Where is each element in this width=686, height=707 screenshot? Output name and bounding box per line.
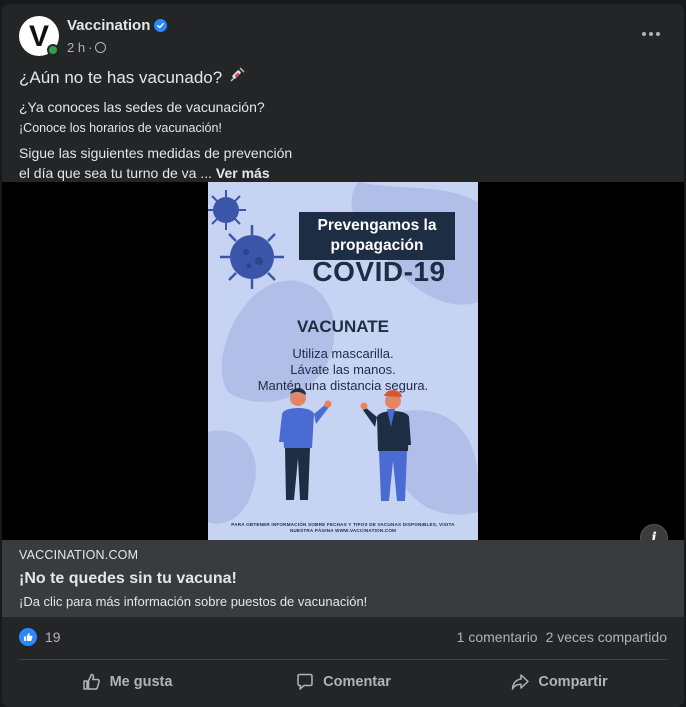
virus-icon [220, 225, 284, 289]
virus-icon [208, 190, 246, 230]
poster-blob [208, 430, 256, 524]
post-media[interactable]: Prevengamos la propagación COVID-19 VACU… [2, 182, 684, 552]
see-more-link[interactable]: Ver más [216, 165, 270, 181]
post-text-line: Sigue las siguientes medidas de prevenci… [19, 145, 293, 161]
poster-footer: PARA OBTENER INFORMACIÓN SOBRE FECHAS Y … [224, 522, 462, 534]
post-text-line: ¿Ya conoces las sedes de vacunación? [19, 99, 265, 115]
poster-footer-line: NUESTRA PÁGINA WWW.VACCINATION.COM [289, 528, 397, 533]
more-dot [649, 32, 653, 36]
post-actions: Me gusta Comentar Compartir [19, 664, 667, 700]
comment-button[interactable]: Comentar [235, 664, 451, 700]
page-logo: V [28, 20, 49, 53]
comment-icon [297, 673, 313, 690]
post-stats: 19 1 comentario 2 veces compartido [19, 626, 667, 648]
person-left-figure [279, 388, 332, 500]
online-status-dot [47, 44, 59, 56]
page-name-row: Vaccination [67, 17, 168, 34]
comment-count[interactable]: 1 comentario [457, 629, 538, 645]
poster-title: Prevengamos la propagación [299, 212, 455, 260]
post-time[interactable]: 2 h [67, 40, 85, 55]
poster-tips: Utiliza mascarilla. Lávate las manos. Ma… [228, 346, 458, 394]
person-right-figure [360, 390, 411, 501]
share-button[interactable]: Compartir [451, 664, 667, 700]
post-text-line: ¿Aún no te has vacunado? [19, 66, 669, 90]
covid-poster-image[interactable]: Prevengamos la propagación COVID-19 VACU… [208, 182, 478, 540]
share-count[interactable]: 2 veces compartido [546, 629, 667, 645]
like-button[interactable]: Me gusta [19, 664, 235, 700]
like-button-label: Me gusta [109, 674, 173, 690]
meta-separator: · [88, 40, 93, 55]
post-text-headline: ¿Aún no te has vacunado? [19, 68, 223, 87]
comment-button-label: Comentar [323, 674, 391, 690]
more-dot [656, 32, 660, 36]
like-reaction-icon [19, 628, 37, 646]
poster-vacunate-heading: VACUNATE [297, 317, 389, 336]
post-card: V Vaccination 2 h · ¿Aún no te has vacun… [2, 4, 684, 707]
syringe-emoji-icon [228, 66, 246, 90]
post-text-truncated: el día que sea tu turno de va ... [19, 165, 213, 181]
like-count: 19 [45, 629, 61, 645]
post-text-line: ¡Conoce los horarios de vacunación! [19, 121, 222, 135]
more-options-icon [642, 32, 646, 36]
more-options-button[interactable] [636, 22, 666, 46]
link-domain: VACCINATION.COM [19, 548, 139, 562]
engagement-counts: 1 comentario 2 veces compartido [457, 629, 667, 645]
link-description: ¡Da clic para más información sobre pues… [19, 594, 368, 609]
thumbs-up-icon [82, 673, 100, 690]
link-preview[interactable]: VACCINATION.COM ¡No te quedes sin tu vac… [2, 540, 684, 617]
reaction-summary[interactable]: 19 [19, 628, 61, 646]
post-header: V Vaccination 2 h · [2, 4, 684, 62]
share-arrow-icon [512, 674, 530, 690]
link-title: ¡No te quedes sin tu vacuna! [19, 570, 237, 587]
poster-tip: Mantén una distancia segura. [257, 378, 429, 393]
share-button-label: Compartir [538, 674, 608, 690]
verified-badge-icon [154, 19, 168, 32]
poster-covid-heading: COVID-19 [312, 256, 446, 287]
post-text-line: el día que sea tu turno de va ... Ver má… [19, 163, 669, 183]
post-text: ¿Aún no te has vacunado? ¿Ya conoces las… [19, 66, 669, 183]
poster-tip: Lávate las manos. [290, 362, 396, 377]
public-globe-icon [95, 42, 107, 53]
divider [19, 659, 667, 660]
poster-tip: Utiliza mascarilla. [292, 346, 394, 361]
page-name[interactable]: Vaccination [67, 17, 150, 34]
post-meta: 2 h · [67, 40, 107, 55]
